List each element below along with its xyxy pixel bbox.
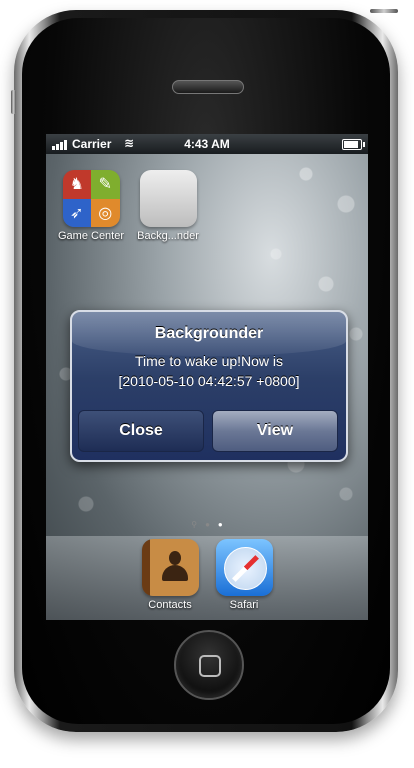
alert-message-line: Time to wake up!Now is xyxy=(134,353,284,369)
app-label: Safari xyxy=(229,599,259,611)
alert-message: Time to wake up!Now is [2010-05-10 04:42… xyxy=(72,351,346,391)
alert-dialog: Backgrounder Time to wake up!Now is [201… xyxy=(70,310,348,462)
safari-compass-icon xyxy=(215,539,273,596)
power-button[interactable] xyxy=(370,9,398,13)
earpiece-speaker xyxy=(172,80,244,94)
backgrounder-app-icon xyxy=(139,170,197,227)
contacts-icon xyxy=(141,539,199,596)
app-backgrounder[interactable]: Backg...nder xyxy=(133,170,203,242)
spotlight-search-icon: ⚲ xyxy=(191,520,198,529)
app-label: Contacts xyxy=(148,599,192,611)
alert-title: Backgrounder xyxy=(154,325,264,342)
status-time: 4:43 AM xyxy=(184,137,230,151)
dock-app-safari[interactable]: Safari xyxy=(209,539,279,611)
status-bar: Carrier ≋ 4:43 AM xyxy=(46,134,368,154)
page-dot: ● xyxy=(205,520,210,529)
page-indicator[interactable]: ⚲ ● ● xyxy=(46,520,368,529)
app-game-center[interactable]: ♞ ✎ ➶ ◎ Game Center xyxy=(56,170,126,242)
view-button[interactable]: View xyxy=(212,410,338,452)
dock: Contacts Safari xyxy=(46,536,368,620)
dock-app-contacts[interactable]: Contacts xyxy=(135,539,205,611)
home-button[interactable] xyxy=(174,630,244,700)
page-dot-current: ● xyxy=(217,520,223,529)
alert-message-line: [2010-05-10 04:42:57 +0800] xyxy=(118,373,300,389)
close-button[interactable]: Close xyxy=(78,410,204,452)
battery-icon xyxy=(342,139,365,150)
app-label: Backg...nder xyxy=(137,230,199,242)
home-square-icon xyxy=(199,655,221,677)
volume-button[interactable] xyxy=(11,90,16,114)
app-label: Game Center xyxy=(57,230,125,242)
game-center-icon: ♞ ✎ ➶ ◎ xyxy=(62,170,120,227)
